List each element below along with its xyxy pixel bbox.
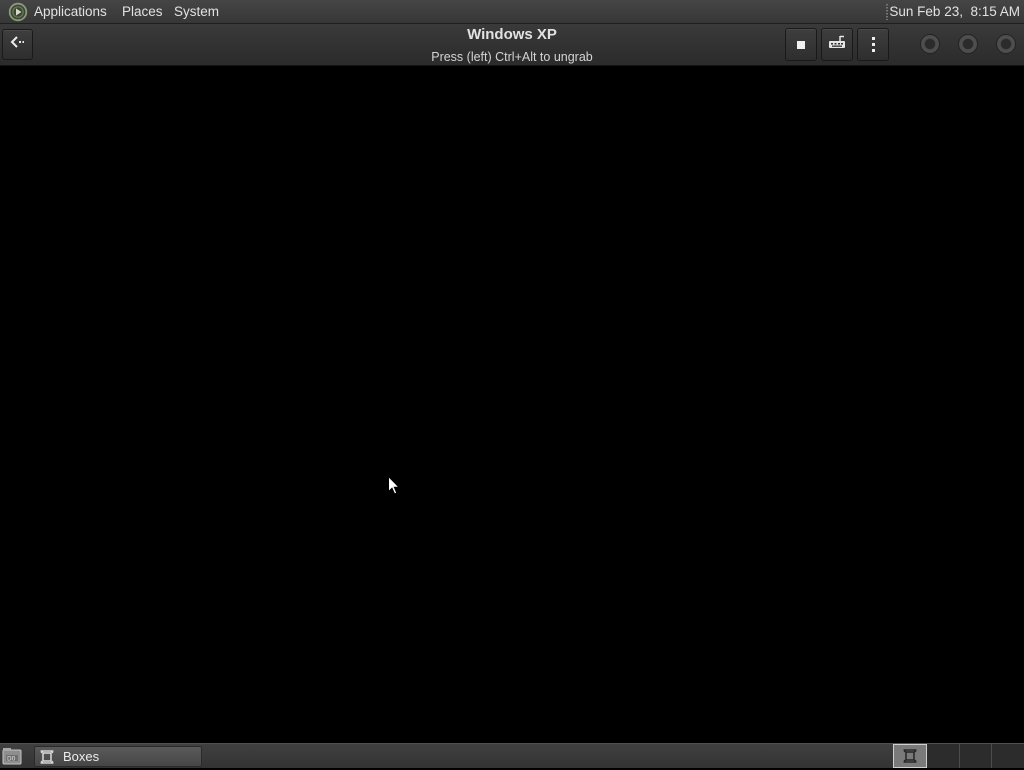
taskbar-item-label: Boxes — [63, 749, 100, 764]
window-headerbar: Windows XP Press (left) Ctrl+Alt to ungr… — [0, 24, 1024, 66]
properties-menu-button[interactable] — [857, 28, 889, 61]
workspace-2[interactable] — [927, 744, 960, 768]
close-button[interactable] — [996, 34, 1016, 54]
maximize-button[interactable] — [958, 34, 978, 54]
mouse-pointer-icon — [388, 475, 401, 495]
workspace-window-thumbnail-icon — [903, 749, 917, 763]
send-keys-button[interactable] — [821, 28, 853, 61]
stop-icon — [797, 40, 805, 49]
applications-menu-icon[interactable] — [8, 2, 28, 22]
vm-display[interactable] — [0, 66, 1024, 743]
menu-dots-icon — [871, 37, 875, 52]
clock[interactable]: Sun Feb 23, 8:15 AM — [889, 4, 1020, 20]
places-menu[interactable]: Places — [122, 4, 163, 20]
boxes-app-icon — [40, 750, 54, 764]
panel-handle[interactable] — [886, 4, 888, 20]
back-arrow-icon — [10, 34, 26, 55]
svg-text:D0: D0 — [7, 756, 16, 763]
minimize-button[interactable] — [920, 34, 940, 54]
keyboard-icon — [828, 35, 846, 54]
workspace-4[interactable] — [992, 744, 1024, 768]
show-desktop-icon[interactable]: D0 — [2, 747, 22, 765]
stop-button[interactable] — [785, 28, 817, 61]
bottom-panel: D0 Boxes — [0, 743, 1024, 768]
top-panel: Applications Places System Sun Feb 23, 8… — [0, 0, 1024, 24]
taskbar-item-boxes[interactable]: Boxes — [34, 746, 202, 767]
workspace-1[interactable] — [893, 744, 927, 768]
system-menu[interactable]: System — [174, 4, 219, 20]
back-button[interactable] — [2, 29, 33, 60]
applications-menu[interactable]: Applications — [34, 4, 107, 20]
workspace-switcher[interactable] — [893, 744, 1024, 768]
workspace-3[interactable] — [960, 744, 993, 768]
